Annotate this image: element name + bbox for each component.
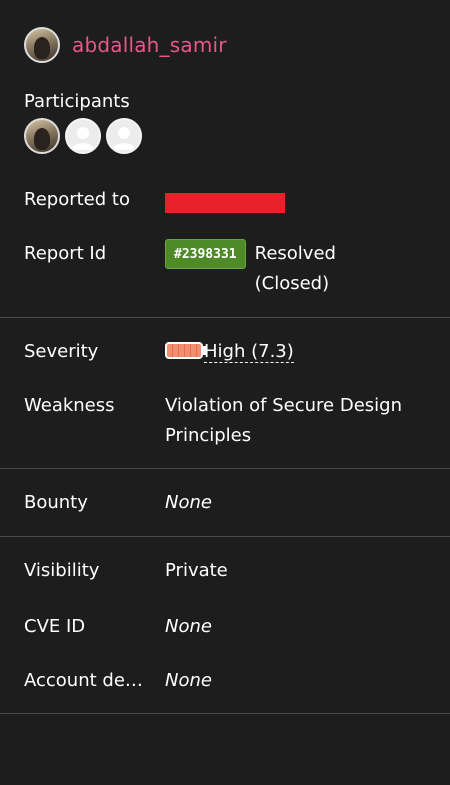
visibility-label: Visibility: [24, 560, 100, 581]
bounty-value: None: [165, 492, 212, 513]
divider: [0, 468, 450, 469]
weakness-label: Weakness: [24, 395, 115, 416]
report-id-row: Report Id #2398331 Resolved (Closed): [24, 239, 434, 299]
report-id-label: Report Id: [24, 243, 107, 264]
visibility-value: Private: [165, 560, 228, 581]
account-details-value: None: [165, 670, 212, 691]
divider: [0, 317, 450, 318]
reported-to-label: Reported to: [24, 189, 130, 210]
divider: [0, 536, 450, 537]
weakness-row: Weakness Violation of Secure Design Prin…: [24, 391, 434, 451]
cve-label: CVE ID: [24, 616, 86, 637]
weakness-value: Violation of Secure Design Principles: [165, 395, 402, 446]
visibility-row: Visibility Private: [24, 556, 434, 586]
participant-avatar[interactable]: [65, 118, 101, 154]
severity-meter-icon: [165, 342, 207, 359]
severity-label: Severity: [24, 341, 99, 362]
participant-avatar[interactable]: [106, 118, 142, 154]
reporter-row[interactable]: abdallah_samir: [24, 27, 227, 63]
default-user-icon: [112, 127, 136, 150]
severity-row: Severity High (7.3): [24, 337, 434, 367]
default-user-icon: [71, 127, 95, 150]
reporter-username[interactable]: abdallah_samir: [72, 33, 227, 57]
bounty-row: Bounty None: [24, 488, 434, 518]
redacted-program-name: [165, 192, 285, 213]
participants-label: Participants: [24, 91, 130, 112]
cve-value: None: [165, 616, 212, 637]
participants-list: [24, 118, 147, 154]
report-summary-panel: abdallah_samir Participants Reported to …: [0, 0, 450, 785]
divider: [0, 713, 450, 714]
cve-row: CVE ID None: [24, 612, 434, 642]
bounty-label: Bounty: [24, 492, 88, 513]
account-details-row: Account de… None: [24, 666, 434, 696]
account-details-label: Account de…: [24, 670, 143, 691]
report-id-badge[interactable]: #2398331: [165, 239, 246, 269]
reported-to-row: Reported to: [24, 185, 434, 215]
report-status: Resolved (Closed): [254, 243, 336, 294]
severity-value[interactable]: High (7.3): [204, 341, 294, 363]
reporter-avatar[interactable]: [24, 27, 60, 63]
participant-avatar[interactable]: [24, 118, 60, 154]
